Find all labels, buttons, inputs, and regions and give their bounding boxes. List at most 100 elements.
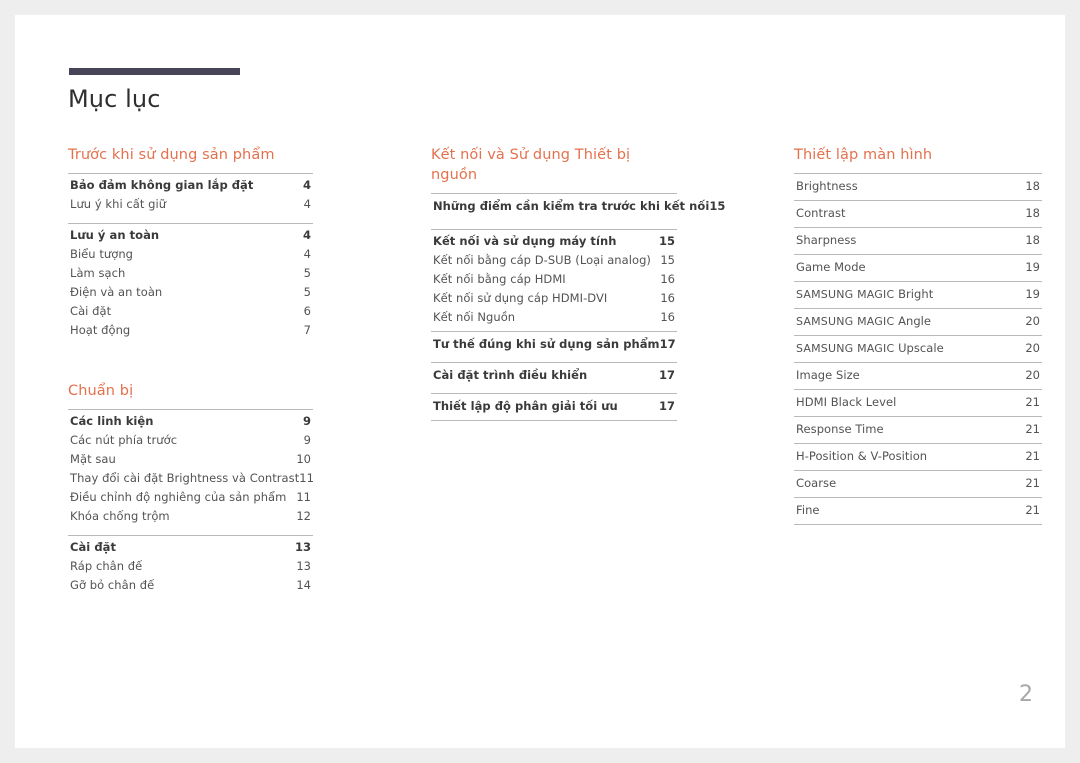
toc-entry[interactable]: Lưu ý an toàn 4 — [68, 226, 313, 245]
toc-entry[interactable]: HDMI Black Level 21 — [794, 393, 1042, 412]
toc-group: Contrast 18 — [794, 200, 1042, 227]
toc-entry-label: Điều chỉnh độ nghiêng của sản phẩm — [70, 490, 287, 504]
toc-entry[interactable]: Kết nối sử dụng cáp HDMI-DVI 16 — [431, 289, 677, 308]
toc-section: Chuẩn bị Các linh kiện 9 Các nút phía trước… — [68, 381, 314, 595]
toc-entry-label: Response Time — [796, 422, 884, 436]
toc-entry[interactable]: Tư thế đúng khi sử dụng sản phẩm 17 — [431, 335, 677, 354]
toc-group: Fine 21 — [794, 497, 1042, 525]
toc-entry-page-number: 4 — [302, 228, 311, 242]
toc-entry-page-number: 20 — [1025, 341, 1040, 355]
toc-group: Tư thế đúng khi sử dụng sản phẩm 17 — [431, 331, 677, 358]
toc-entry-label: Cài đặt — [70, 304, 112, 318]
toc-entry[interactable]: Hoạt động 7 — [68, 321, 313, 340]
toc-entry[interactable]: Điện và an toàn 5 — [68, 283, 313, 302]
toc-entry-label: Fine — [796, 503, 820, 517]
toc-entry-page-number: 6 — [303, 304, 311, 318]
toc-group: HDMI Black Level 21 — [794, 389, 1042, 416]
toc-entry[interactable]: H-Position & V-Position 21 — [794, 447, 1042, 466]
toc-entry[interactable]: Coarse 21 — [794, 474, 1042, 493]
toc-entry-page-number: 9 — [303, 433, 311, 447]
toc-entry-page-number: 20 — [1025, 314, 1040, 328]
toc-entry[interactable]: Cài đặt 6 — [68, 302, 313, 321]
toc-entry-label: Kết nối sử dụng cáp HDMI-DVI — [433, 291, 608, 305]
toc-column-2: Kết nối và Sử dụng Thiết bị nguồn Những đ… — [431, 145, 725, 421]
toc-entry-label: Các nút phía trước — [70, 433, 178, 447]
toc-entry[interactable]: Sharpness 18 — [794, 231, 1042, 250]
toc-entry[interactable]: Response Time 21 — [794, 420, 1042, 439]
toc-column-3: Thiết lập màn hình Brightness 18 Contrast 18… — [794, 145, 1042, 525]
toc-entry[interactable]: Cài đặt trình điều khiển 17 — [431, 366, 677, 385]
toc-group: Sharpness 18 — [794, 227, 1042, 254]
toc-entry-label: Biểu tượng — [70, 247, 134, 261]
toc-entry-page-number: 21 — [1025, 395, 1040, 409]
toc-entry[interactable]: Điều chỉnh độ nghiêng của sản phẩm 11 — [68, 488, 313, 507]
toc-entry[interactable]: Kết nối bằng cáp HDMI 16 — [431, 270, 677, 289]
toc-entry-label: Sharpness — [796, 233, 857, 247]
toc-entry-label: Cài đặt trình điều khiển — [433, 368, 588, 382]
toc-entry[interactable]: Biểu tượng 4 — [68, 245, 313, 264]
toc-entry-page-number: 19 — [1025, 260, 1040, 274]
toc-section-heading[interactable]: Trước khi sử dụng sản phẩm — [68, 145, 313, 165]
toc-group: Kết nối và sử dụng máy tính 15 Kết nối bằn… — [431, 229, 677, 327]
toc-entry[interactable]: SAMSUNG MAGIC Upscale 20 — [794, 339, 1042, 358]
toc-entry-label: Kết nối và sử dụng máy tính — [433, 234, 617, 248]
toc-entry-label: Brightness — [796, 179, 858, 193]
toc-entry[interactable]: Kết nối Nguồn 16 — [431, 308, 677, 327]
toc-entry-page-number: 18 — [1025, 206, 1040, 220]
toc-entry-page-number: 18 — [1025, 179, 1040, 193]
toc-entry-page-number: 18 — [1025, 233, 1040, 247]
toc-entry-page-number: 21 — [1025, 503, 1040, 517]
toc-section: Trước khi sử dụng sản phẩm Bảo đảm không … — [68, 145, 313, 340]
toc-entry-page-number: 16 — [660, 272, 675, 286]
toc-entry-page-number: 7 — [303, 323, 311, 337]
toc-entry[interactable]: Mặt sau 10 — [68, 450, 313, 469]
toc-entry[interactable]: Game Mode 19 — [794, 258, 1042, 277]
toc-entry-label: Tư thế đúng khi sử dụng sản phẩm — [433, 337, 660, 351]
toc-group: SAMSUNG MAGIC Upscale 20 — [794, 335, 1042, 362]
toc-entry-page-number: 10 — [296, 452, 311, 466]
toc-entry-page-number: 15 — [660, 253, 675, 267]
toc-entry[interactable]: Kết nối và sử dụng máy tính 15 — [431, 232, 677, 251]
toc-entry[interactable]: Kết nối bằng cáp D-SUB (Loại analog) 15 — [431, 251, 677, 270]
toc-group: Những điểm cần kiểm tra trước khi kết nố… — [431, 193, 725, 220]
toc-entry-label: SAMSUNG MAGIC Angle — [796, 314, 932, 328]
toc-entry-page-number: 5 — [303, 266, 311, 280]
toc-group: Cài đặt 13 Ráp chân đế 13 Gỡ bỏ chân đế 14 — [68, 535, 313, 595]
toc-entry[interactable]: Làm sạch 5 — [68, 264, 313, 283]
toc-entry-page-number: 20 — [1025, 368, 1040, 382]
toc-entry-page-number: 13 — [294, 540, 311, 554]
toc-group: Các linh kiện 9 Các nút phía trước 9 Mặt sau… — [68, 409, 314, 526]
toc-entry[interactable]: Lưu ý khi cất giữ 4 — [68, 195, 313, 214]
toc-entry[interactable]: Các linh kiện 9 — [68, 412, 313, 431]
toc-entry[interactable]: Cài đặt 13 — [68, 538, 313, 557]
toc-entry-label: Game Mode — [796, 260, 866, 274]
toc-entry[interactable]: Gỡ bỏ chân đế 14 — [68, 576, 313, 595]
toc-group: Image Size 20 — [794, 362, 1042, 389]
toc-entry[interactable]: Fine 21 — [794, 501, 1042, 520]
toc-entry-page-number: 14 — [296, 578, 311, 592]
toc-entry-page-number: 21 — [1025, 422, 1040, 436]
toc-section-heading[interactable]: Chuẩn bị — [68, 381, 313, 401]
toc-section-heading[interactable]: Kết nối và Sử dụng Thiết bị nguồn — [431, 145, 677, 185]
toc-group: Coarse 21 — [794, 470, 1042, 497]
toc-entry-page-number: 16 — [660, 310, 675, 324]
toc-section-heading[interactable]: Thiết lập màn hình — [794, 145, 1042, 165]
toc-entry[interactable]: SAMSUNG MAGIC Bright 19 — [794, 285, 1042, 304]
toc-entry[interactable]: Thiết lập độ phân giải tối ưu 17 — [431, 397, 677, 416]
toc-entry-label: Khóa chống trộm — [70, 509, 170, 523]
toc-entry[interactable]: Khóa chống trộm 12 — [68, 507, 313, 526]
toc-entry-page-number: 17 — [658, 368, 675, 382]
toc-entry-page-number: 4 — [303, 247, 311, 261]
toc-entry[interactable]: Thay đổi cài đặt Brightness và Contrast 1… — [68, 469, 314, 488]
toc-entry[interactable]: Những điểm cần kiểm tra trước khi kết nố… — [431, 197, 725, 216]
toc-entry[interactable]: Ráp chân đế 13 — [68, 557, 313, 576]
toc-entry[interactable]: Các nút phía trước 9 — [68, 431, 313, 450]
toc-entry[interactable]: SAMSUNG MAGIC Angle 20 — [794, 312, 1042, 331]
toc-entry[interactable]: Contrast 18 — [794, 204, 1042, 223]
toc-entry[interactable]: Bảo đảm không gian lắp đặt 4 — [68, 176, 313, 195]
toc-entry[interactable]: Brightness 18 — [794, 177, 1042, 196]
page-number: 2 — [1019, 682, 1033, 707]
toc-entry[interactable]: Image Size 20 — [794, 366, 1042, 385]
toc-entry-label: Điện và an toàn — [70, 285, 163, 299]
toc-entry-label: Mặt sau — [70, 452, 116, 466]
